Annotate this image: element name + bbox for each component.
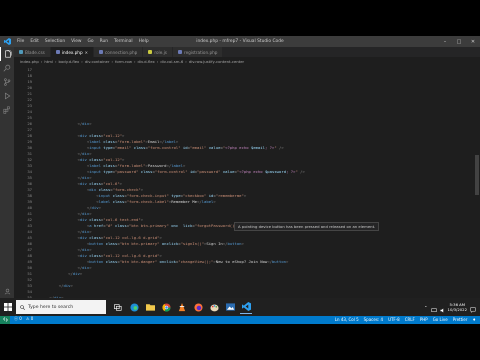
php-file-icon	[98, 50, 103, 54]
menu-terminal[interactable]: Terminal	[111, 39, 136, 44]
tab-connection-php[interactable]: connection.php	[93, 47, 144, 57]
menu-bar: File Edit Selection View Go Run Terminal…	[14, 39, 152, 44]
tab-label: role.js	[154, 49, 167, 55]
menu-edit[interactable]: Edit	[27, 39, 42, 44]
language-mode[interactable]: PHP	[420, 317, 428, 322]
taskbar-search-box[interactable]: Type here to search	[16, 300, 106, 314]
search-placeholder: Type here to search	[28, 304, 74, 310]
warnings-count: 0	[30, 316, 34, 321]
task-view-icon[interactable]	[112, 300, 124, 314]
cursor-position[interactable]: Ln 43, Col 5	[335, 317, 359, 322]
js-file-icon	[148, 50, 153, 54]
prettier-status[interactable]: Prettier	[453, 317, 468, 322]
title-bar: File Edit Selection View Go Run Terminal…	[0, 36, 480, 47]
close-tab-icon[interactable]: ✕	[85, 50, 88, 55]
breadcrumb-item[interactable]: index.php	[20, 59, 39, 64]
chrome-icon[interactable]	[160, 300, 172, 314]
tab-index-php[interactable]: index.php ✕	[50, 47, 94, 57]
vscode-logo-icon	[3, 38, 11, 46]
chevron-up-icon[interactable]: ⌃	[424, 305, 427, 310]
end-of-line[interactable]: CRLF	[405, 317, 415, 322]
source-control-icon[interactable]	[0, 75, 14, 89]
photos-icon[interactable]	[224, 300, 236, 314]
vscode-window: File Edit Selection View Go Run Terminal…	[0, 36, 480, 324]
network-icon[interactable]	[430, 298, 437, 317]
scrollbar-thumb[interactable]	[475, 155, 479, 195]
close-icon[interactable]: ✕	[466, 36, 480, 47]
vscode-taskbar-icon[interactable]	[240, 300, 252, 314]
php-file-icon	[177, 50, 182, 54]
hover-tooltip: A pointing device button has been presse…	[234, 222, 380, 231]
file-type-icon	[19, 50, 23, 54]
firefox-icon[interactable]	[192, 300, 204, 314]
editor-scrollbar[interactable]	[474, 65, 480, 314]
editor-tabs: Blade.css index.php ✕ connection.php role…	[14, 47, 480, 57]
go-live-button[interactable]: Go Live	[433, 317, 448, 322]
bell-icon[interactable]: ♦	[472, 317, 476, 322]
tab-blade-css[interactable]: Blade.css	[14, 47, 51, 57]
taskbar-apps	[112, 300, 252, 314]
tab-label: Blade.css	[25, 49, 45, 55]
explorer-icon[interactable]	[0, 47, 14, 61]
clock-date: 10/3/2022	[447, 307, 467, 312]
vlc-icon[interactable]	[176, 300, 188, 314]
status-left: ⓧ 0 ⚠ 0	[10, 316, 33, 322]
chevron-right-icon: ›	[111, 58, 113, 64]
menu-help[interactable]: Help	[136, 39, 152, 44]
chevron-right-icon: ›	[133, 58, 136, 64]
tab-label: index.php	[61, 49, 83, 55]
edge-browser-icon[interactable]	[128, 300, 140, 314]
status-right: Ln 43, Col 5 Spaces: 4 UTF-8 CRLF PHP Go…	[335, 317, 476, 322]
window-controls: – □ ✕	[438, 36, 480, 47]
chevron-right-icon: ›	[81, 58, 83, 64]
breadcrumb-item[interactable]: div.container	[85, 59, 110, 64]
breadcrumb-item[interactable]: form.row	[115, 59, 132, 64]
tab-role-js[interactable]: role.js	[143, 47, 173, 57]
search-icon	[20, 304, 25, 310]
chevron-right-icon: ›	[185, 58, 187, 64]
windows-taskbar: Type here to search ⌃ 5:36 AM 10/3/2022	[0, 298, 480, 316]
minimize-icon[interactable]: –	[438, 36, 452, 47]
menu-view[interactable]: View	[68, 39, 84, 44]
code-text: </div>	[40, 283, 73, 288]
errors-count: 0	[19, 316, 22, 321]
chevron-right-icon: ›	[156, 58, 159, 64]
code-editor[interactable]: 17 18 19 20 21 22 23 24 25 26 </div> 27 28 <div cla…	[14, 65, 474, 314]
chevron-right-icon: ›	[40, 58, 43, 64]
errors-indicator[interactable]: ⓧ 0	[14, 316, 22, 322]
menu-file[interactable]: File	[14, 39, 27, 44]
tab-label: registration.php	[183, 49, 218, 55]
run-debug-icon[interactable]	[0, 89, 14, 103]
maximize-icon[interactable]: □	[452, 36, 466, 47]
extensions-icon[interactable]	[0, 103, 14, 117]
activity-bar	[0, 47, 14, 314]
warnings-indicator[interactable]: ⚠ 0	[26, 316, 33, 322]
file-explorer-icon[interactable]	[144, 300, 156, 314]
breadcrumb-item[interactable]: html	[44, 59, 53, 64]
menu-run[interactable]: Run	[97, 39, 111, 44]
indentation[interactable]: Spaces: 4	[364, 317, 383, 322]
system-tray: ⌃ 5:36 AM 10/3/2022	[424, 298, 476, 316]
windows-start-icon[interactable]	[0, 298, 16, 316]
menu-go[interactable]: Go	[85, 39, 97, 44]
php-file-icon	[55, 50, 60, 54]
breadcrumb: index.php › html › body.d-flex › div.contai…	[14, 57, 480, 65]
breadcrumb-item[interactable]: div.d-flex	[137, 59, 154, 64]
notifications-icon[interactable]	[470, 298, 476, 317]
account-icon[interactable]	[0, 284, 14, 298]
search-icon[interactable]	[0, 61, 14, 75]
menu-selection[interactable]: Selection	[42, 39, 68, 44]
code-text: </div>	[40, 271, 83, 276]
encoding[interactable]: UTF-8	[388, 317, 400, 322]
breadcrumb-item[interactable]: body.d-flex	[59, 59, 80, 64]
code-text: </div>	[40, 121, 92, 126]
breadcrumb-item[interactable]: div.row.justify-content-center	[189, 59, 244, 64]
tab-label: connection.php	[104, 49, 138, 55]
taskbar-clock[interactable]: 5:36 AM 10/3/2022	[448, 302, 467, 312]
breadcrumb-item[interactable]: div.col-sm-6	[160, 59, 183, 64]
paint-icon[interactable]	[208, 300, 220, 314]
volume-icon[interactable]	[440, 298, 445, 317]
tab-registration-php[interactable]: registration.php	[172, 47, 224, 57]
chevron-right-icon: ›	[55, 58, 57, 64]
